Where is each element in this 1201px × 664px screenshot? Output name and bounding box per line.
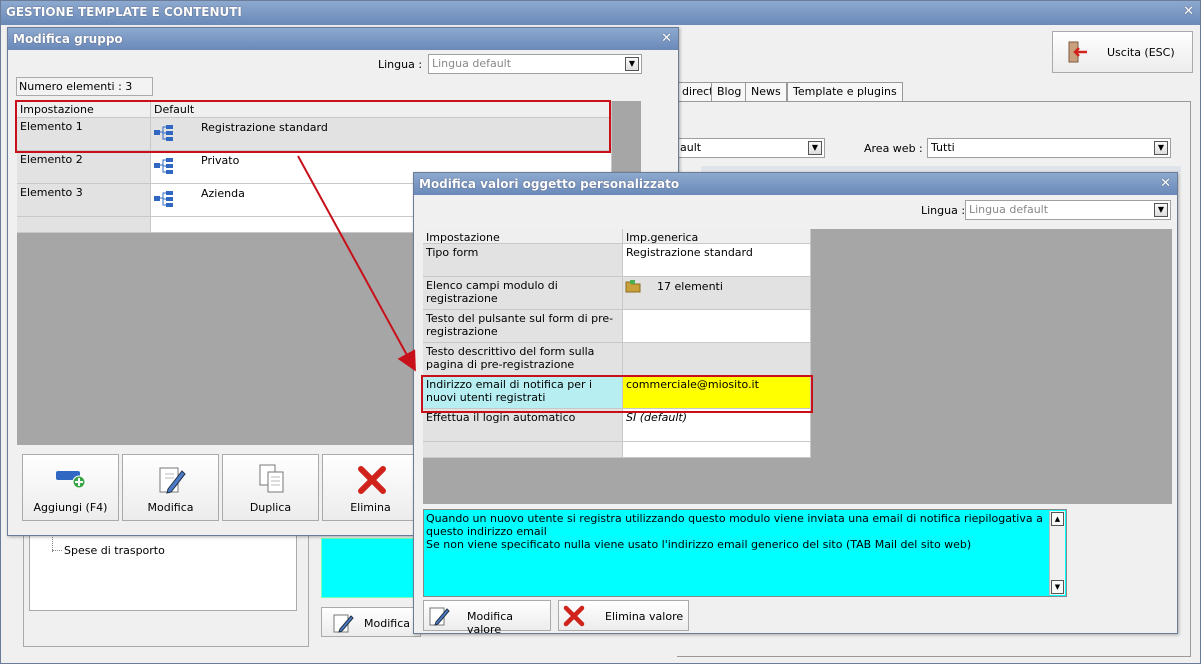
group-dialog-title: Modifica gruppo: [13, 32, 123, 46]
table-row[interactable]: Testo del pulsante sul form di pre-regis…: [423, 310, 623, 343]
table-row[interactable]: SI (default): [623, 409, 811, 442]
duplicate-icon: [259, 464, 284, 493]
annotation-highlight-row1: [15, 100, 611, 153]
table-row[interactable]: Registrazione standard: [623, 244, 811, 277]
group-lingua-label: Lingua :: [378, 58, 423, 71]
tree-structure-icon: [154, 191, 173, 207]
help-scrollbar[interactable]: ▲ ▼: [1049, 511, 1065, 595]
tree-structure-icon: [154, 158, 173, 174]
folder-icon: [625, 280, 641, 293]
edit-icon: [159, 467, 186, 494]
element-count: Numero elementi : 3: [19, 80, 133, 93]
area-web-combo[interactable]: Tutti ▼: [927, 138, 1171, 158]
delete-icon: [358, 466, 386, 494]
exit-button[interactable]: Uscita (ESC): [1052, 31, 1193, 73]
main-close-button[interactable]: ✕: [1183, 1, 1194, 23]
values-dialog: Modifica valori oggetto personalizzato ✕…: [413, 172, 1178, 636]
scroll-up-icon[interactable]: ▲: [1051, 512, 1064, 526]
values-header-generic: Imp.generica: [623, 229, 811, 244]
filter-combo[interactable]: ault ▼: [677, 138, 825, 158]
group-dialog-close-button[interactable]: ✕: [661, 28, 672, 50]
cyan-preview: [321, 538, 421, 598]
values-lingua-combo[interactable]: Lingua default ▼: [965, 200, 1171, 220]
edit-icon: [333, 614, 354, 633]
group-lingua-combo[interactable]: Lingua default ▼: [428, 54, 642, 74]
add-button[interactable]: Aggiungi (F4): [22, 454, 119, 521]
tab-template-plugins[interactable]: Template e plugins: [787, 82, 903, 102]
table-row[interactable]: Elemento 2: [17, 151, 151, 184]
tree-connector: [52, 550, 62, 551]
delete-value-label: Elimina valore: [605, 610, 684, 623]
table-row[interactable]: [623, 343, 811, 376]
element-count-box: Numero elementi : 3: [16, 77, 153, 96]
main-title: GESTIONE TEMPLATE E CONTENUTI: [6, 5, 242, 19]
delete-value-button[interactable]: Elimina valore: [558, 600, 689, 631]
duplicate-button-label: Duplica: [249, 501, 292, 514]
chevron-down-icon: ▼: [808, 141, 822, 155]
values-dialog-title: Modifica valori oggetto personalizzato: [419, 177, 680, 191]
chevron-down-icon: ▼: [1154, 141, 1168, 155]
table-row[interactable]: Tipo form: [423, 244, 623, 277]
table-row[interactable]: 17 elementi: [623, 277, 811, 310]
main-edit-button[interactable]: Modifica: [321, 607, 421, 637]
table-row-empty: [423, 442, 623, 458]
table-row[interactable]: Effettua il login automatico: [423, 409, 623, 442]
duplicate-button[interactable]: Duplica: [222, 454, 319, 521]
values-dialog-close-button[interactable]: ✕: [1160, 173, 1171, 195]
edit-value-label: Modifica valore: [467, 610, 513, 636]
delete-button[interactable]: Elimina: [322, 454, 419, 521]
table-row-empty: [17, 217, 151, 233]
tab-news[interactable]: News: [745, 82, 787, 102]
delete-button-label: Elimina: [350, 501, 391, 514]
table-row-empty: [623, 442, 811, 458]
exit-button-label: Uscita (ESC): [1107, 46, 1175, 59]
add-button-label: Aggiungi (F4): [33, 501, 108, 514]
exit-icon: [1068, 41, 1087, 63]
help-text-line2: Se non viene specificato nulla viene usa…: [426, 538, 972, 551]
group-dialog-title-bar: Modifica gruppo ✕: [8, 28, 678, 50]
values-lingua-label: Lingua :: [921, 204, 966, 217]
values-grid: Impostazione Imp.generica Tipo form Regi…: [423, 229, 1172, 504]
add-element-icon: [56, 471, 86, 489]
values-header-setting: Impostazione: [423, 229, 623, 244]
help-text-box: Quando un nuovo utente si registra utili…: [423, 509, 1067, 597]
edit-button[interactable]: Modifica: [122, 454, 219, 521]
help-text-line1: Quando un nuovo utente si registra utili…: [426, 512, 1043, 538]
chevron-down-icon: ▼: [1154, 203, 1168, 217]
table-row[interactable]: Testo descrittivo del form sulla pagina …: [423, 343, 623, 376]
main-edit-label: Modifica: [364, 617, 410, 630]
chevron-down-icon: ▼: [625, 57, 639, 71]
tree-item[interactable]: Spese di trasporto: [64, 544, 165, 557]
values-dialog-title-bar: Modifica valori oggetto personalizzato ✕: [414, 173, 1177, 195]
area-web-label: Area web :: [864, 142, 923, 155]
edit-button-label: Modifica: [147, 501, 194, 514]
table-row[interactable]: Elemento 3: [17, 184, 151, 217]
annotation-highlight-email: [421, 375, 813, 413]
table-row[interactable]: [623, 310, 811, 343]
table-row[interactable]: Elenco campi modulo di registrazione: [423, 277, 623, 310]
edit-value-button[interactable]: Modifica valore: [423, 600, 551, 636]
scroll-down-icon[interactable]: ▼: [1051, 580, 1064, 594]
tab-blog[interactable]: Blog: [711, 82, 748, 102]
tree-box: Spese di trasporto: [29, 531, 297, 611]
edit-icon: [429, 607, 450, 626]
delete-icon: [563, 605, 585, 627]
main-title-bar: GESTIONE TEMPLATE E CONTENUTI ✕: [1, 1, 1200, 25]
